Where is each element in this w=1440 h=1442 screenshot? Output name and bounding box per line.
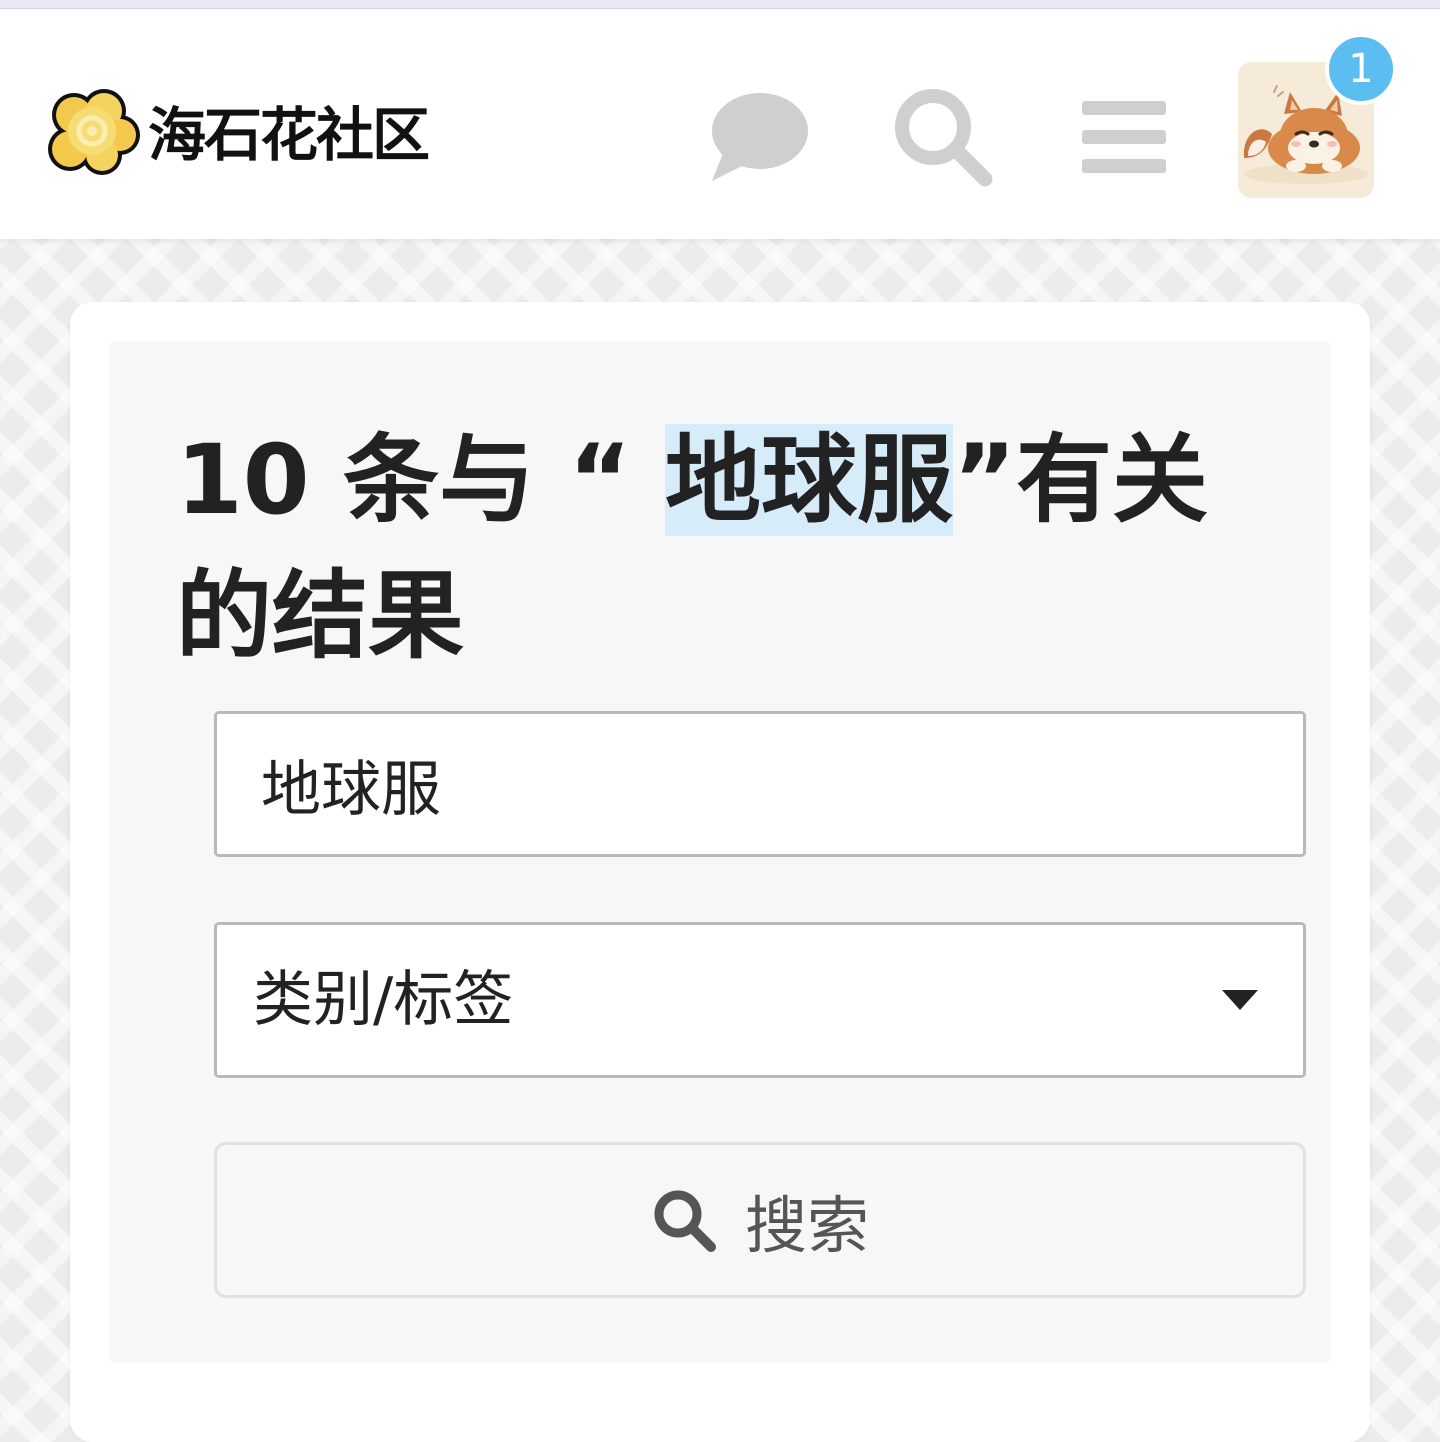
logo-text: 海石花社区	[148, 101, 430, 169]
coral-logo-icon	[48, 89, 140, 175]
category-tag-select[interactable]: 类别/标签	[214, 922, 1306, 1078]
search-button-label: 搜索	[744, 1189, 869, 1262]
notification-badge[interactable]: 1	[1325, 33, 1397, 105]
chevron-down-icon	[1222, 990, 1258, 1010]
search-input[interactable]	[214, 711, 1306, 857]
title-search-term: 地球服	[664, 424, 953, 536]
search-results-title: 10 条与 “ 地球服”有关的结果	[176, 412, 1256, 684]
site-logo[interactable]: 海石花社区	[44, 85, 430, 175]
category-select-value: 类别/标签	[253, 965, 514, 1035]
menu-icon[interactable]	[1080, 97, 1168, 177]
search-icon[interactable]	[893, 87, 993, 187]
search-button[interactable]: 搜索	[214, 1142, 1306, 1298]
search-card: 10 条与 “ 地球服”有关的结果 类别/标签 搜索	[70, 302, 1370, 1442]
site-header: 海石花社区 1	[0, 9, 1440, 239]
search-panel: 10 条与 “ 地球服”有关的结果 类别/标签 搜索	[110, 342, 1330, 1362]
chat-icon[interactable]	[710, 89, 810, 183]
title-prefix: 10 条与 “	[176, 424, 665, 536]
browser-top-edge	[0, 0, 1440, 9]
search-icon	[654, 1190, 716, 1252]
